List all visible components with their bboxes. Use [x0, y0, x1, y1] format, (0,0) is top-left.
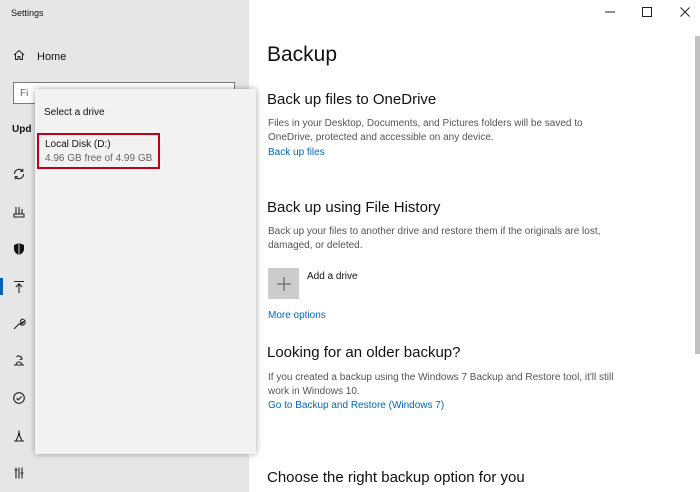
close-icon	[680, 7, 690, 17]
sidebar-item-for-developers[interactable]	[10, 464, 28, 482]
active-nav-marker	[0, 278, 3, 295]
choose-backup-heading: Choose the right backup option for you	[267, 469, 525, 486]
shield-icon	[14, 243, 24, 255]
drive-name: Local Disk (D:)	[45, 139, 111, 150]
select-drive-title: Select a drive	[44, 107, 105, 118]
maximize-button[interactable]	[634, 4, 660, 20]
minimize-button[interactable]	[597, 4, 623, 20]
developer-icon	[14, 467, 24, 479]
home-nav-item[interactable]: Home	[13, 48, 66, 66]
older-backup-heading: Looking for an older backup?	[267, 344, 461, 361]
file-history-heading: Back up using File History	[267, 199, 441, 216]
plus-icon	[276, 276, 291, 291]
more-options-link[interactable]: More options	[268, 310, 326, 321]
sidebar-item-find-my-device[interactable]	[10, 427, 28, 445]
select-drive-flyout: Select a drive Local Disk (D:) 4.96 GB f…	[35, 89, 256, 454]
drive-option-local-disk-d[interactable]: Local Disk (D:) 4.96 GB free of 4.99 GB	[37, 133, 160, 169]
sidebar-item-activation[interactable]	[10, 389, 28, 407]
page-title: Backup	[267, 43, 338, 66]
add-drive-label[interactable]: Add a drive	[307, 271, 358, 282]
find-device-icon	[14, 430, 24, 442]
older-backup-description: If you created a backup using the Window…	[268, 372, 614, 397]
sidebar-item-windows-security[interactable]	[10, 240, 28, 258]
minimize-icon	[605, 11, 615, 13]
wrench-icon	[13, 318, 26, 330]
app-title: Settings	[11, 8, 44, 18]
back-up-files-link[interactable]: Back up files	[268, 147, 325, 158]
backup-icon	[14, 280, 24, 293]
sync-icon	[13, 168, 25, 180]
scrollbar[interactable]	[695, 36, 700, 354]
maximize-icon	[642, 7, 652, 17]
drive-free-space: 4.96 GB free of 4.99 GB	[45, 153, 153, 164]
activation-icon	[13, 392, 25, 404]
backup-and-restore-link[interactable]: Go to Backup and Restore (Windows 7)	[268, 400, 444, 411]
add-drive-button[interactable]	[268, 268, 299, 299]
sidebar-item-delivery-optimization[interactable]	[10, 203, 28, 221]
delivery-icon	[13, 207, 25, 218]
sidebar-item-recovery[interactable]	[10, 352, 28, 370]
onedrive-heading: Back up files to OneDrive	[267, 91, 437, 108]
sidebar-item-backup[interactable]	[10, 278, 28, 296]
close-button[interactable]	[672, 4, 698, 20]
home-label: Home	[37, 51, 67, 63]
home-icon	[13, 48, 25, 66]
sidebar-item-windows-update[interactable]	[10, 165, 28, 183]
onedrive-description: Files in your Desktop, Documents, and Pi…	[268, 118, 583, 143]
file-history-description: Back up your files to another drive and …	[268, 226, 601, 251]
section-label: Upd	[12, 124, 32, 135]
sidebar-item-troubleshoot[interactable]	[10, 315, 28, 333]
recovery-icon	[14, 355, 24, 366]
